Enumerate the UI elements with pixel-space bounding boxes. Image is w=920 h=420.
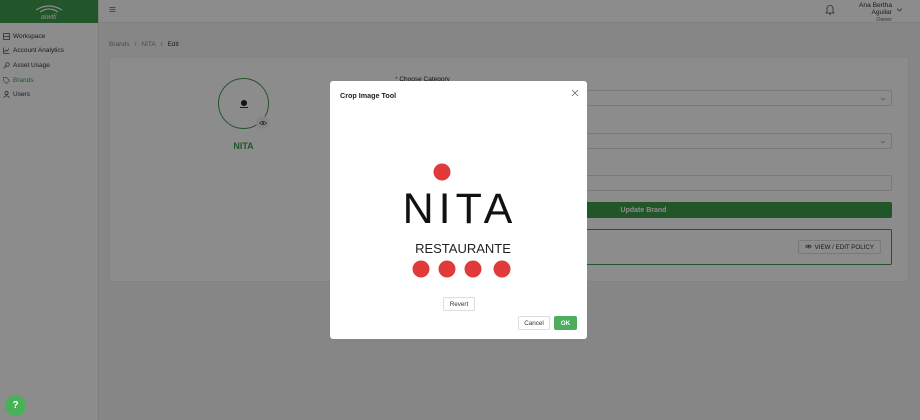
ok-button[interactable]: OK [554, 316, 577, 330]
dialog-title: Crop Image Tool [340, 91, 397, 100]
logo-dot [464, 260, 482, 278]
logo-dot [412, 260, 430, 278]
crop-image-preview[interactable]: NITA RESTAURANTE [390, 159, 530, 281]
cancel-button[interactable]: Cancel [518, 316, 550, 330]
logo-tagline: RESTAURANTE [415, 241, 511, 256]
logo-dot [493, 260, 511, 278]
logo-wordmark: NITA [403, 185, 518, 233]
logo-dot [433, 163, 451, 181]
revert-button[interactable]: Revert [443, 297, 475, 311]
close-icon[interactable] [571, 89, 579, 97]
help-button[interactable]: ? [5, 395, 26, 416]
logo-dot [438, 260, 456, 278]
crop-image-dialog: Crop Image Tool NITA RESTAURANTE Revert … [330, 81, 587, 339]
